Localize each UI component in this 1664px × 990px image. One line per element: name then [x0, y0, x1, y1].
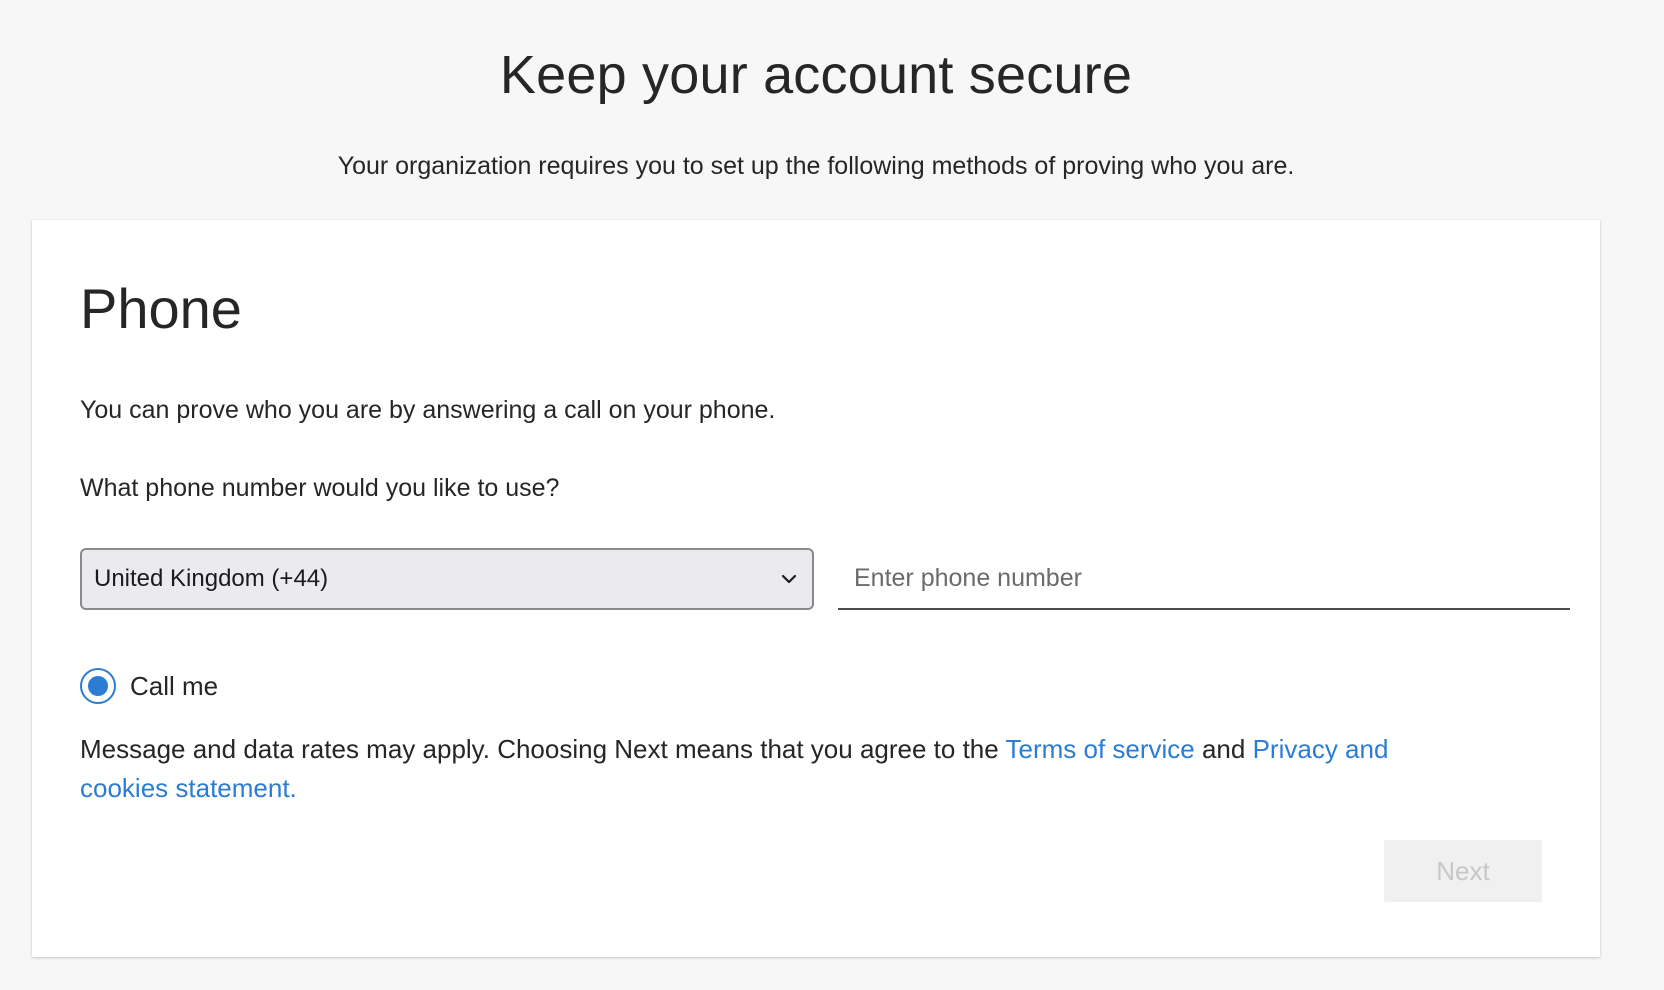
call-me-label: Call me [130, 670, 219, 701]
radio-selected-dot [88, 676, 108, 696]
card-title: Phone [80, 277, 242, 340]
page-subtitle: Your organization requires you to set up… [337, 152, 1295, 180]
page-title: Keep your account secure [499, 45, 1133, 105]
disclaimer-text-middle: and [1194, 734, 1253, 764]
country-code-select[interactable]: United Kingdom (+44) [80, 548, 814, 610]
call-me-option[interactable]: Call me [80, 668, 218, 704]
terms-of-service-link[interactable]: Terms of service [1005, 734, 1194, 764]
country-code-value: United Kingdom (+44) [94, 565, 329, 592]
call-me-radio[interactable] [80, 668, 116, 704]
disclaimer-text: Message and data rates may apply. Choosi… [80, 730, 1480, 808]
chevron-down-icon [778, 568, 800, 590]
next-button[interactable]: Next [1384, 840, 1542, 902]
phone-number-question: What phone number would you like to use? [80, 474, 560, 502]
disclaimer-text-before: Message and data rates may apply. Choosi… [80, 734, 1006, 764]
page: Keep your account secure Your organizati… [0, 0, 1664, 990]
phone-method-card: Phone You can prove who you are by answe… [32, 220, 1600, 957]
card-intro-text: You can prove who you are by answering a… [80, 396, 776, 424]
phone-number-input[interactable] [838, 548, 1570, 610]
